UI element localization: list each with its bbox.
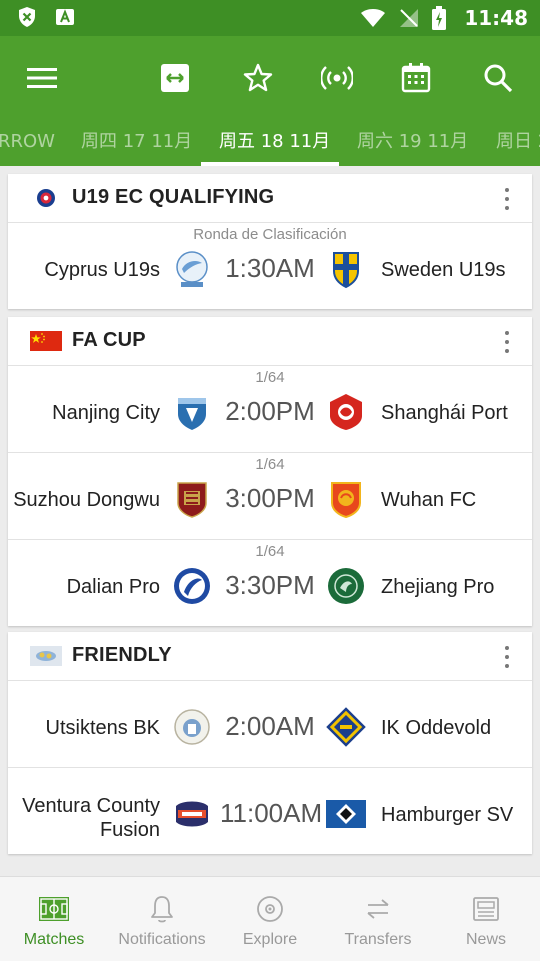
competition-title: U19 EC QUALIFYING — [72, 186, 275, 208]
calendar-icon[interactable] — [400, 62, 432, 94]
china-flag-icon — [30, 331, 62, 351]
kickoff-time: 1:30AM — [225, 253, 315, 283]
cyprus-fa-logo-icon — [176, 251, 208, 287]
match-row[interactable]: 1/64 Dalian Pro 3:30PM Zhejiang Pro — [8, 540, 532, 626]
more-options-icon[interactable] — [502, 331, 512, 353]
competition-header[interactable]: U19 EC QUALIFYING — [8, 174, 532, 223]
home-team: Ventura County Fusion — [22, 794, 160, 842]
home-team: Nanjing City — [52, 402, 160, 424]
wuhan-fc-logo-icon — [331, 482, 361, 519]
nav-label: Explore — [242, 931, 298, 948]
ventura-county-fusion-logo-icon — [176, 801, 208, 827]
match-row[interactable]: Ronda de Clasificación Cyprus U19s 1:30A… — [8, 223, 532, 309]
battery-icon — [432, 6, 447, 30]
nav-label: Matches — [23, 931, 85, 948]
competition-title: FRIENDLY — [72, 644, 172, 666]
date-tabs: RROW 周四 17 11月 周五 18 11月 周六 19 11月 周日 2 — [0, 120, 540, 166]
world-flag-icon — [30, 646, 62, 666]
utsiktens-bk-logo-icon — [174, 709, 210, 745]
tab-indicator — [201, 162, 339, 166]
away-team: Sweden U19s — [381, 259, 506, 281]
bottom-navigation: Matches Notifications Explore Transfers … — [0, 876, 540, 961]
nav-news[interactable]: News — [432, 877, 540, 961]
nav-explore[interactable]: Explore — [216, 877, 324, 961]
tab-date-selected[interactable]: 周五 18 11月 — [219, 120, 330, 166]
star-icon[interactable] — [242, 62, 274, 94]
tab-date[interactable]: 周六 19 11月 — [357, 120, 468, 166]
tab-date[interactable]: 周日 2 — [496, 120, 540, 166]
live-icon[interactable] — [321, 62, 353, 94]
match-round: Ronda de Clasificación — [193, 226, 347, 243]
today-icon[interactable] — [159, 62, 191, 94]
shield-icon — [19, 7, 35, 27]
match-round: 1/64 — [255, 369, 285, 386]
home-team-line: Fusion — [99, 819, 160, 841]
match-row[interactable]: Utsiktens BK 2:00AM IK Oddevold — [8, 681, 532, 768]
ik-oddevold-logo-icon — [326, 707, 366, 747]
nav-transfers[interactable]: Transfers — [324, 877, 432, 961]
away-team: IK Oddevold — [381, 717, 492, 739]
search-icon[interactable] — [482, 62, 514, 94]
transfer-icon — [367, 899, 389, 919]
away-team: Zhejiang Pro — [381, 576, 495, 598]
away-team: Hamburger SV — [381, 804, 514, 826]
nav-matches[interactable]: Matches — [0, 877, 108, 961]
nav-label: News — [465, 931, 506, 948]
kickoff-time: 3:30PM — [225, 570, 315, 600]
home-team-line: Ventura County — [22, 795, 160, 817]
competition-title: FA CUP — [72, 329, 146, 351]
app-bar — [0, 36, 540, 120]
competition-header[interactable]: FRIENDLY — [8, 632, 532, 681]
away-team: Shanghái Port — [381, 402, 508, 424]
more-options-icon[interactable] — [502, 188, 512, 210]
home-team: Utsiktens BK — [45, 717, 160, 739]
home-team: Dalian Pro — [66, 576, 160, 598]
bell-icon — [151, 896, 173, 923]
away-team: Wuhan FC — [381, 489, 477, 511]
kickoff-time: 2:00PM — [225, 396, 315, 426]
nanjing-city-logo-icon — [178, 398, 206, 430]
home-team: Cyprus U19s — [44, 259, 160, 281]
app-store-icon — [56, 9, 74, 25]
hamburger-sv-logo-icon — [326, 800, 366, 828]
competition-header[interactable]: FA CUP — [8, 317, 532, 366]
more-options-icon[interactable] — [502, 646, 512, 668]
status-bar: 11:48 — [0, 0, 540, 36]
nav-notifications[interactable]: Notifications — [108, 877, 216, 961]
kickoff-time: 2:00AM — [225, 711, 315, 741]
tab-date[interactable]: 周四 17 11月 — [81, 120, 192, 166]
competition-card: U19 EC QUALIFYING Ronda de Clasificación… — [8, 174, 532, 309]
news-icon — [473, 897, 499, 921]
competition-card: FRIENDLY Utsiktens BK 2:00AM IK Oddevold… — [8, 632, 532, 854]
nav-label: Notifications — [118, 931, 206, 948]
match-round: 1/64 — [255, 543, 285, 560]
match-row[interactable]: 1/64 Suzhou Dongwu 3:00PM Wuhan FC — [8, 453, 532, 540]
menu-icon[interactable] — [26, 62, 58, 94]
kickoff-time: 3:00PM — [225, 483, 315, 513]
match-row[interactable]: 1/64 Nanjing City 2:00PM Shanghái Port — [8, 366, 532, 453]
competition-card: FA CUP 1/64 Nanjing City 2:00PM Shanghái… — [8, 317, 532, 626]
clock: 11:48 — [464, 6, 528, 30]
dalian-pro-logo-icon — [174, 568, 210, 604]
compass-icon — [257, 896, 283, 922]
match-round: 1/64 — [255, 456, 285, 473]
sweden-fa-logo-icon — [333, 252, 359, 289]
uefa-flag-icon — [37, 189, 55, 207]
home-team: Suzhou Dongwu — [13, 489, 160, 511]
wifi-icon — [361, 9, 386, 27]
zhejiang-pro-logo-icon — [328, 568, 364, 604]
kickoff-time: 11:00AM — [220, 798, 323, 828]
no-signal-icon — [400, 9, 419, 27]
tab-date[interactable]: RROW — [0, 120, 55, 166]
nav-label: Transfers — [344, 931, 412, 948]
match-row[interactable]: Ventura County Fusion 11:00AM Hamburger S… — [8, 768, 532, 854]
pitch-icon — [39, 897, 69, 921]
suzhou-dongwu-logo-icon — [177, 482, 207, 518]
shanghai-port-logo-icon — [330, 394, 362, 430]
